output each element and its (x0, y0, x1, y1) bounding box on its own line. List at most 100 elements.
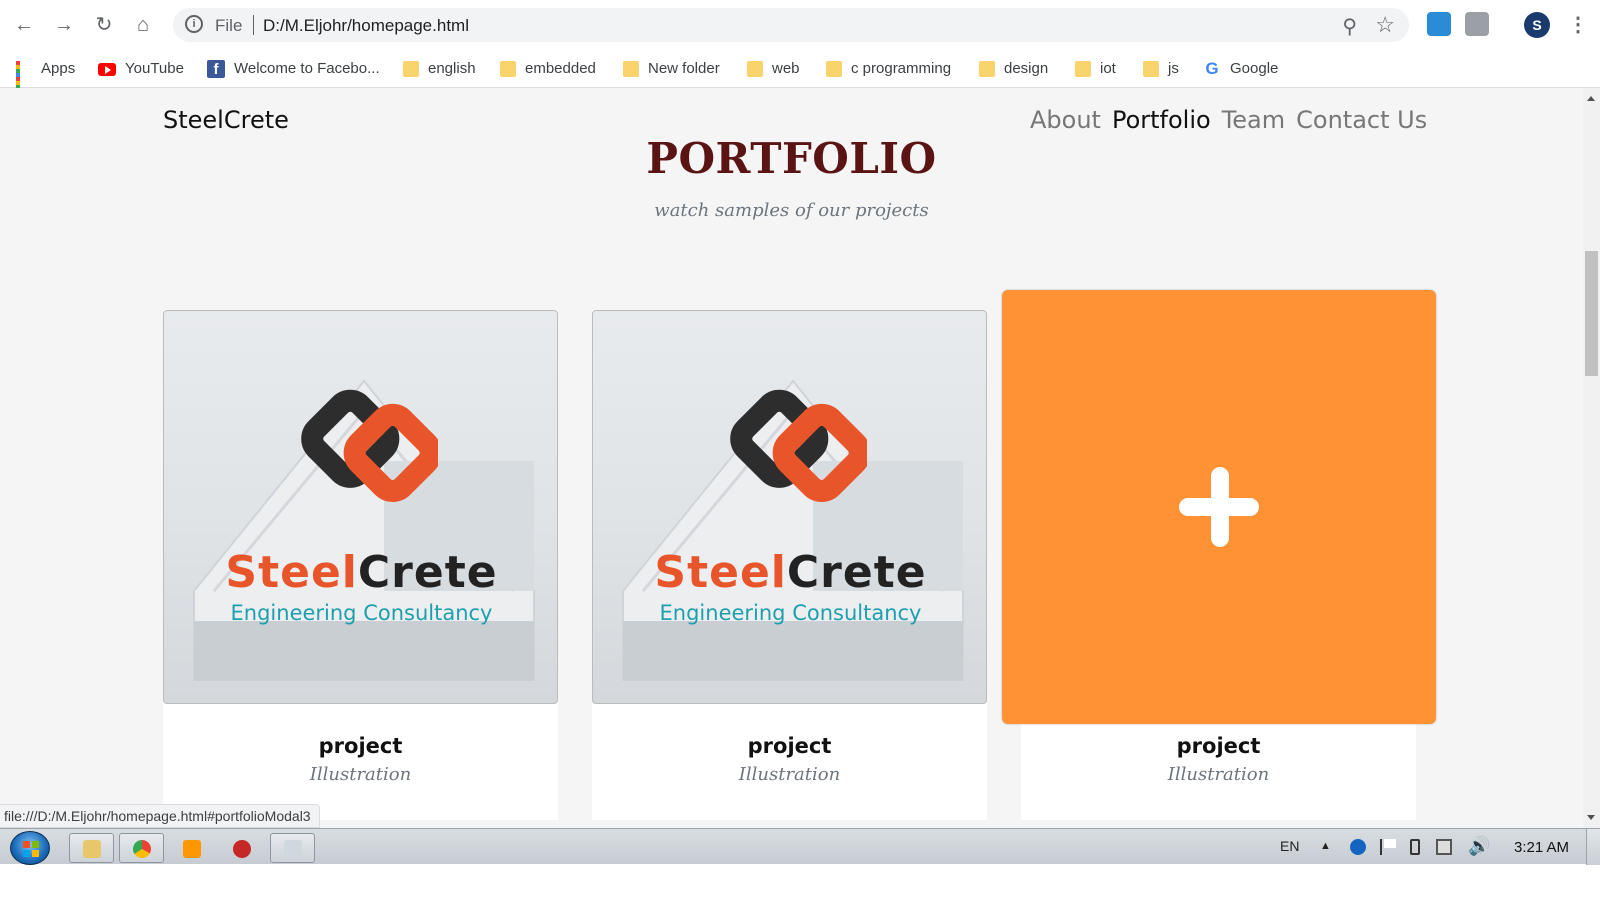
bookmark-youtube[interactable]: YouTube (98, 59, 184, 79)
portfolio-item-subtitle: Illustration (309, 764, 412, 785)
show-desktop-button[interactable] (1586, 829, 1600, 865)
url-scheme: File (215, 16, 243, 35)
address-bar[interactable]: i File D:/M.Eljohr/homepage.html ⚲ ☆ (173, 8, 1409, 42)
bookmark-folder-new-folder[interactable]: New folder (623, 59, 720, 79)
bookmark-folder-iot[interactable]: iot (1075, 59, 1116, 79)
logo-tagline: Engineering Consultancy (659, 601, 922, 625)
bookmark-label: Apps (41, 60, 76, 77)
bookmark-label: Welcome to Facebo... (234, 60, 380, 77)
network-icon[interactable] (1436, 839, 1452, 855)
portfolio-item[interactable]: SteelCrete Engineering Consultancy proje… (592, 310, 987, 820)
taskbar-paint[interactable] (270, 833, 315, 863)
bookmark-facebook[interactable]: f Welcome to Facebo... (207, 59, 380, 79)
language-indicator[interactable]: EN (1280, 838, 1299, 854)
portfolio-item-title: project (1176, 734, 1261, 758)
folder-icon (500, 61, 516, 78)
paint-icon (284, 840, 302, 858)
reload-icon[interactable]: ↻ (92, 13, 116, 37)
start-button-icon[interactable] (10, 831, 50, 865)
bookmark-star-icon[interactable]: ☆ (1375, 12, 1395, 38)
portfolio-item[interactable]: project Illustration (1002, 290, 1436, 820)
bookmark-label: iot (1100, 60, 1116, 77)
taskbar: EN ▲ 🔊 3:21 AM (0, 828, 1600, 865)
folder-icon (403, 61, 419, 78)
logo-wordmark: SteelCrete (593, 547, 986, 598)
home-icon[interactable]: ⌂ (131, 13, 155, 37)
scrollbar-thumb[interactable] (1585, 251, 1598, 376)
steelcrete-logo-icon (730, 389, 867, 502)
bookmark-google[interactable]: G Google (1203, 59, 1278, 79)
bookmark-label: embedded (525, 60, 596, 77)
tray-expand-icon[interactable]: ▲ (1320, 840, 1331, 852)
site-brand[interactable]: SteelCrete (163, 106, 289, 134)
logo-word-crete: Crete (786, 547, 927, 598)
portfolio-item-subtitle: Illustration (738, 764, 841, 785)
section-title: PORTFOLIO (646, 134, 937, 183)
site-info-icon[interactable]: i (185, 15, 203, 33)
taskbar-explorer[interactable] (69, 833, 114, 863)
site-nav: About Portfolio Team Contact Us (1030, 106, 1438, 134)
folder-icon (623, 61, 639, 78)
google-icon: G (1205, 59, 1219, 79)
page-scrollbar[interactable] (1583, 88, 1600, 828)
bookmark-folder-web[interactable]: web (747, 59, 800, 79)
folder-icon (979, 61, 995, 78)
forward-arrow-icon[interactable]: → (52, 13, 76, 37)
browser-menu-icon[interactable]: ⋮ (1568, 12, 1588, 37)
translate-extension-icon[interactable] (1427, 12, 1451, 36)
nav-link-about[interactable]: About (1030, 106, 1101, 134)
url-text[interactable]: D:/M.Eljohr/homepage.html (263, 16, 469, 36)
volume-icon[interactable]: 🔊 (1468, 836, 1490, 857)
avg-extension-icon[interactable] (1465, 12, 1489, 36)
bookmark-folder-c-programming[interactable]: c programming (826, 59, 951, 79)
sublime-text-icon (183, 840, 201, 858)
bookmark-folder-js[interactable]: js (1143, 59, 1179, 79)
portfolio-hover-overlay[interactable] (1002, 290, 1436, 724)
bookmark-label: c programming (851, 60, 952, 77)
youtube-icon (98, 62, 116, 76)
portfolio-thumbnail[interactable]: SteelCrete Engineering Consultancy (592, 310, 987, 704)
nav-link-team[interactable]: Team (1222, 106, 1285, 134)
profile-avatar-icon[interactable]: S (1524, 12, 1550, 38)
folder-icon (1143, 61, 1159, 78)
portfolio-item-title: project (318, 734, 403, 758)
bookmark-label: english (428, 60, 476, 77)
bookmark-folder-english[interactable]: english (403, 59, 476, 79)
taskbar-chrome[interactable] (119, 833, 164, 863)
tray-app-icon[interactable] (1350, 839, 1366, 855)
bookmark-label: js (1168, 60, 1179, 77)
link-status-bubble: file:///D:/M.Eljohr/homepage.html#portfo… (0, 804, 320, 828)
zoom-icon[interactable]: ⚲ (1342, 14, 1357, 39)
logo-word-steel: Steel (654, 547, 787, 598)
nav-link-contact-us[interactable]: Contact Us (1296, 106, 1427, 134)
screen: ← → ↻ ⌂ i File D:/M.Eljohr/homepage.html… (0, 0, 1600, 900)
bookmarks-bar: Apps YouTube f Welcome to Facebo... engli… (0, 50, 1600, 98)
bookmark-folder-embedded[interactable]: embedded (500, 59, 596, 79)
nav-link-portfolio[interactable]: Portfolio (1112, 106, 1211, 134)
portfolio-thumbnail[interactable]: SteelCrete Engineering Consultancy (163, 310, 558, 704)
facebook-icon: f (207, 60, 225, 79)
bookmark-label: design (1004, 60, 1049, 77)
folder-icon (826, 61, 842, 78)
taskbar-sublime[interactable] (169, 833, 214, 863)
action-center-flag-icon[interactable] (1380, 839, 1396, 855)
taskbar-clock[interactable]: 3:21 AM (1514, 839, 1569, 856)
steelcrete-logo-icon (301, 389, 438, 502)
portfolio-item[interactable]: SteelCrete Engineering Consultancy proje… (163, 310, 558, 820)
bookmark-label: New folder (648, 60, 720, 77)
scroll-up-arrow-icon[interactable] (1587, 96, 1595, 101)
bookmark-label: YouTube (125, 60, 184, 77)
back-arrow-icon[interactable]: ← (12, 13, 36, 37)
bookmark-apps[interactable]: Apps (16, 59, 76, 98)
apps-icon (16, 61, 32, 98)
plus-icon[interactable] (1179, 467, 1259, 547)
scroll-down-arrow-icon[interactable] (1587, 815, 1595, 820)
bookmark-folder-design[interactable]: design (979, 59, 1048, 79)
logo-wordmark: SteelCrete (164, 547, 557, 598)
taskbar-app-red[interactable] (219, 833, 264, 863)
url-separator (253, 15, 254, 35)
browser-toolbar: ← → ↻ ⌂ i File D:/M.Eljohr/homepage.html… (0, 0, 1600, 50)
folder-icon (747, 61, 763, 78)
battery-icon[interactable] (1410, 839, 1420, 855)
section-subtitle: watch samples of our projects (654, 200, 929, 221)
